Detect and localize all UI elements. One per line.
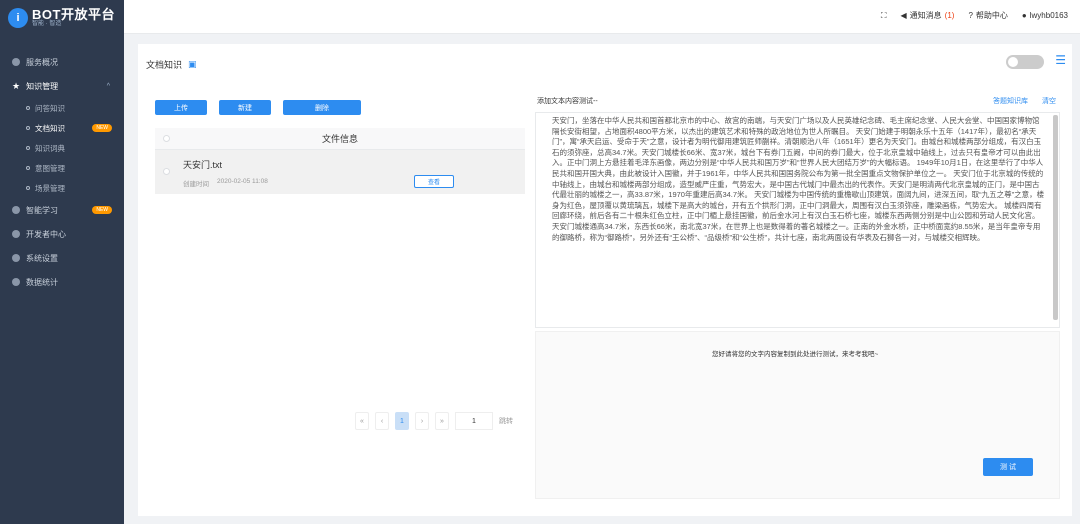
goto-page-input[interactable]: 1 [455, 412, 493, 430]
star-icon: ★ [12, 80, 21, 91]
document-icon[interactable]: ▣ [188, 59, 197, 70]
file-meta: 创建时间 2020-02-05 11:08 [183, 178, 268, 188]
settings-icon [12, 254, 20, 262]
sidebar-item-label: 数据统计 [26, 277, 58, 287]
speaker-icon: ◀ [900, 11, 907, 20]
page-number[interactable]: 1 [395, 412, 409, 430]
circle-icon [26, 146, 30, 150]
sidebar-item-statistics[interactable]: 数据统计 [0, 270, 124, 294]
notifications-label: 通知消息 [909, 11, 942, 20]
kb-link[interactable]: 答题知识库 [993, 96, 1028, 106]
test-button[interactable]: 测 试 [983, 458, 1033, 476]
help-label: 帮助中心 [975, 11, 1008, 20]
sidebar-subitem-label: 知识词典 [35, 143, 65, 153]
top-bar: ⛶ ◀ 通知消息 (1) ? 帮助中心 ● lwyhb0163 [124, 0, 1080, 34]
row-checkbox[interactable] [163, 168, 170, 175]
menu-icon[interactable]: ☰ [1055, 53, 1066, 67]
mode-toggle[interactable] [1006, 55, 1044, 69]
document-text: 天安门，坐落在中华人民共和国首都北京市的中心、故宫的南端，与天安门广场以及人民英… [552, 116, 1045, 242]
create-button[interactable]: 新建 [219, 100, 271, 115]
document-text-area[interactable]: 天安门，坐落在中华人民共和国首都北京市的中心、故宫的南端，与天安门广场以及人民英… [535, 112, 1060, 328]
sidebar-subitem-dictionary[interactable]: 知识词典 [0, 138, 124, 158]
file-meta-label: 创建时间 [183, 181, 209, 188]
file-name[interactable]: 天安门.txt [183, 158, 222, 171]
sidebar-nav: 服务概况 ★ 知识管理 ^ 问答知识 文档知识 NEW 知识词典 意图管理 场景… [0, 50, 124, 294]
notifications-link[interactable]: ◀ 通知消息 (1) [901, 10, 955, 21]
table-row[interactable]: 天安门.txt 创建时间 2020-02-05 11:08 查看 [155, 150, 525, 194]
next-page-button[interactable]: › [415, 412, 429, 430]
file-table: 文件信息 天安门.txt 创建时间 2020-02-05 11:08 查看 [155, 128, 525, 194]
fullscreen-icon[interactable]: ⛶ [881, 11, 887, 21]
logo-icon: i [8, 8, 28, 28]
sidebar-subitem-label: 意图管理 [35, 163, 65, 173]
sidebar-item-overview[interactable]: 服务概况 [0, 50, 124, 74]
test-tip: 您好请将您的文字内容复制到此处进行测试，来考考我吧~ [712, 351, 879, 358]
developer-icon [12, 230, 20, 238]
user-icon: ● [1021, 11, 1027, 20]
learning-icon [12, 206, 20, 214]
main-card: 文档知识 ▣ ☰ 上传 新建 删除 文件信息 天安门.txt 创建时间 2020… [138, 44, 1072, 516]
chevron-up-icon: ^ [106, 82, 110, 90]
select-all-checkbox[interactable] [163, 135, 170, 142]
first-page-button[interactable]: « [355, 412, 369, 430]
page-header: 文档知识 ▣ [146, 58, 197, 71]
clear-link[interactable]: 清空 [1042, 96, 1056, 106]
last-page-button[interactable]: » [435, 412, 449, 430]
text-test-label: 添加文本内容测试-- [537, 98, 598, 105]
upload-button[interactable]: 上传 [155, 100, 207, 115]
sidebar-subitem-intents[interactable]: 意图管理 [0, 158, 124, 178]
username: lwyhb0163 [1029, 11, 1068, 20]
sidebar-item-label: 开发者中心 [26, 229, 66, 239]
sidebar-subitem-label: 问答知识 [35, 103, 65, 113]
prev-page-button[interactable]: ‹ [375, 412, 389, 430]
user-menu[interactable]: ● lwyhb0163 [1022, 11, 1068, 20]
help-icon: ? [968, 11, 973, 20]
new-badge: NEW [92, 124, 112, 132]
sidebar-item-label: 知识管理 [26, 81, 59, 91]
sidebar-subitem-label: 场景管理 [35, 183, 65, 193]
view-label: 查看 [427, 180, 440, 186]
text-area-actions: 答题知识库 清空 [993, 96, 1056, 106]
column-header-file-info: 文件信息 [321, 134, 358, 144]
overview-icon [12, 58, 20, 66]
test-result-area: 您好请将您的文字内容复制到此处进行测试，来考考我吧~ 测 试 [535, 331, 1060, 499]
delete-button[interactable]: 删除 [283, 100, 361, 115]
page-title: 文档知识 [146, 60, 183, 70]
sidebar-item-settings[interactable]: 系统设置 [0, 246, 124, 270]
toolbar: 上传 新建 删除 [155, 100, 361, 115]
file-date: 2020-02-05 11:08 [217, 178, 268, 185]
sidebar-item-label: 智能学习 [26, 205, 58, 215]
logo-text: BOT开放平台 [32, 6, 115, 22]
notifications-count: (1) [944, 11, 955, 20]
circle-icon [26, 106, 30, 110]
sidebar-item-label: 服务概况 [26, 57, 58, 67]
sidebar-subitem-documents[interactable]: 文档知识 NEW [0, 118, 124, 138]
scrollbar[interactable] [1053, 115, 1058, 320]
sidebar-item-developer[interactable]: 开发者中心 [0, 222, 124, 246]
circle-icon [26, 126, 30, 130]
sidebar-subitem-scenes[interactable]: 场景管理 [0, 178, 124, 198]
sidebar-item-label: 系统设置 [26, 253, 58, 263]
sidebar-subitem-qa[interactable]: 问答知识 [0, 98, 124, 118]
circle-icon [26, 186, 30, 190]
goto-label[interactable]: 跳转 [499, 416, 513, 426]
sidebar-item-knowledge[interactable]: ★ 知识管理 ^ [0, 74, 124, 98]
sidebar-subitem-label: 文档知识 [35, 123, 65, 133]
view-file-button[interactable]: 查看 [414, 175, 454, 188]
pagination: « ‹ 1 › » 1 跳转 [355, 412, 513, 430]
new-badge: NEW [92, 206, 112, 214]
sidebar-item-learning[interactable]: 智能学习 NEW [0, 198, 124, 222]
app-logo[interactable]: i BOT开放平台 智能 · 智造 [0, 0, 124, 36]
logo-subtitle: 智能 · 智造 [32, 20, 62, 27]
sidebar: i BOT开放平台 智能 · 智造 服务概况 ★ 知识管理 ^ 问答知识 文档知… [0, 0, 124, 524]
circle-icon [26, 166, 30, 170]
help-center-link[interactable]: ? 帮助中心 [968, 10, 1007, 21]
table-header: 文件信息 [155, 128, 525, 150]
statistics-icon [12, 278, 20, 286]
